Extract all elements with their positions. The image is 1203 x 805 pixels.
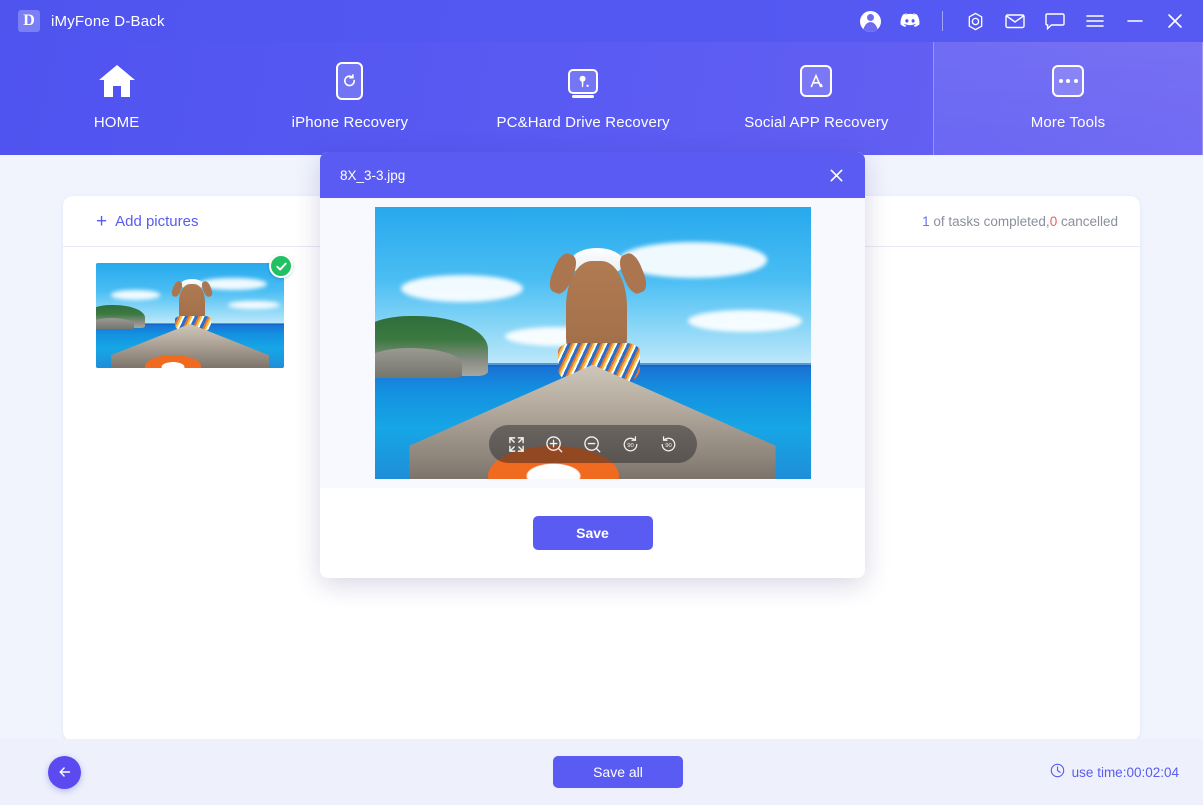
use-time-indicator: use time:00:02:04: [1050, 763, 1179, 781]
cancelled-text: cancelled: [1057, 213, 1118, 229]
hamburger-menu-icon[interactable]: [1083, 9, 1107, 33]
completed-count: 1: [922, 213, 930, 229]
target-ring-icon[interactable]: [963, 9, 987, 33]
zoom-out-icon[interactable]: [581, 432, 605, 456]
save-button[interactable]: Save: [532, 516, 653, 550]
nav-item-iphone-recovery[interactable]: iPhone Recovery: [233, 60, 466, 131]
divider: [942, 11, 943, 31]
image-viewer-toolbar: 90 90: [488, 425, 697, 463]
minimize-icon[interactable]: [1123, 9, 1147, 33]
nav-label-social-app-recovery: Social APP Recovery: [744, 114, 889, 131]
discord-icon[interactable]: [898, 9, 922, 33]
clock-icon: [1050, 763, 1065, 781]
nav-item-social-app-recovery[interactable]: Social APP Recovery: [700, 60, 933, 131]
image-viewer[interactable]: 90 90: [374, 207, 811, 479]
nav-label-iphone-recovery: iPhone Recovery: [291, 114, 409, 131]
nav-more-inner: More Tools: [934, 60, 1202, 131]
modal-title: 8X_3-3.jpg: [340, 167, 406, 183]
rotate-left-90-icon[interactable]: 90: [619, 432, 643, 456]
svg-text:90: 90: [665, 442, 672, 448]
save-all-button[interactable]: Save all: [553, 756, 683, 788]
footer-bar: Save all use time:00:02:04: [0, 739, 1203, 805]
ellipsis-square-icon: [1052, 60, 1084, 102]
main-navigation: HOME iPhone Recovery PC&Hard Drive Recov…: [0, 42, 1203, 155]
title-bar-actions: [858, 9, 1187, 33]
brand: D iMyFone D-Back: [18, 10, 165, 32]
home-icon: [96, 60, 138, 102]
modal-close-icon[interactable]: [823, 162, 849, 188]
selected-check-icon: [269, 254, 293, 278]
app-title: iMyFone D-Back: [51, 12, 165, 30]
feedback-chat-icon[interactable]: [1043, 9, 1067, 33]
modal-footer: Save: [320, 488, 865, 578]
thumbnail-image: [96, 263, 284, 368]
modal-header: 8X_3-3.jpg: [320, 152, 865, 198]
rotate-right-90-icon[interactable]: 90: [657, 432, 681, 456]
mail-icon[interactable]: [1003, 9, 1027, 33]
nav-label-more-tools: More Tools: [1030, 114, 1106, 131]
app-store-icon: [800, 60, 833, 102]
monitor-key-icon: [565, 60, 601, 102]
title-bar: D iMyFone D-Back: [0, 0, 1203, 42]
zoom-in-icon[interactable]: [543, 432, 567, 456]
fit-screen-icon[interactable]: [505, 432, 529, 456]
thumbnail-item[interactable]: [96, 254, 293, 368]
phone-refresh-icon: [336, 60, 364, 102]
modal-body: 90 90: [320, 198, 865, 488]
app-logo-icon: D: [18, 10, 40, 32]
nav-item-pc-hard-drive-recovery[interactable]: PC&Hard Drive Recovery: [467, 60, 700, 131]
plus-icon: +: [96, 210, 108, 232]
nav-label-pc-hard-drive-recovery: PC&Hard Drive Recovery: [496, 114, 670, 131]
nav-label-home: HOME: [93, 114, 140, 131]
svg-text:90: 90: [627, 442, 634, 448]
close-icon[interactable]: [1163, 9, 1187, 33]
nav-items: HOME iPhone Recovery PC&Hard Drive Recov…: [0, 42, 933, 155]
use-time-label: use time:00:02:04: [1071, 764, 1179, 780]
add-pictures-button[interactable]: + Add pictures: [96, 212, 199, 231]
image-preview-modal: 8X_3-3.jpg 90 90 Save: [320, 152, 865, 578]
task-status: 1 of tasks completed,0 cancelled: [922, 214, 1118, 229]
completed-text: of tasks completed,: [929, 213, 1050, 229]
nav-item-home[interactable]: HOME: [0, 60, 233, 131]
nav-item-more-tools[interactable]: More Tools: [933, 42, 1203, 155]
back-button[interactable]: [48, 755, 81, 789]
account-avatar-icon[interactable]: [858, 9, 882, 33]
add-pictures-label: Add pictures: [115, 212, 199, 230]
